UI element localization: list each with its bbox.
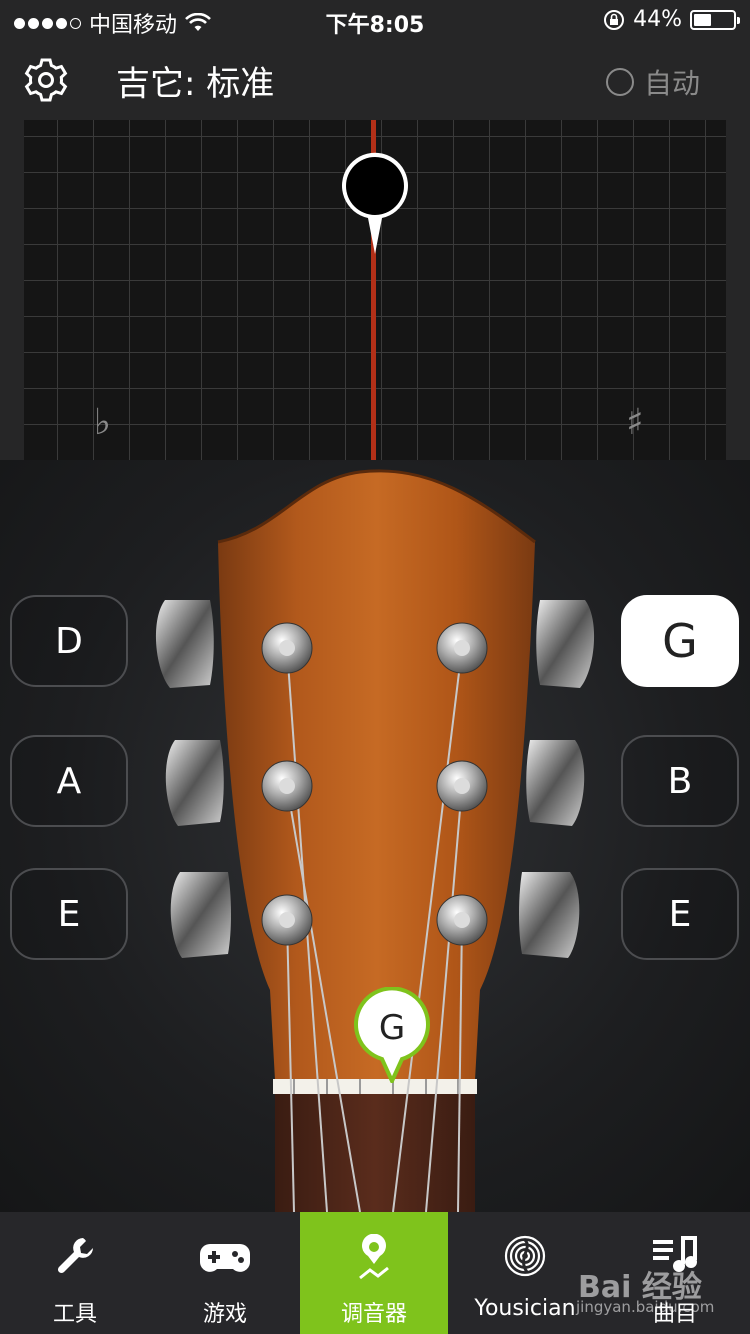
flat-symbol: ♭ — [94, 402, 111, 443]
settings-gear-icon[interactable] — [22, 56, 70, 104]
fingerprint-icon — [504, 1235, 546, 1277]
tab-games[interactable]: 游戏 — [150, 1212, 300, 1334]
sharp-symbol: ♯ — [626, 402, 644, 443]
watermark-url: jingyan.baidu.com — [576, 1298, 715, 1316]
tuner-pin-icon — [359, 1234, 389, 1280]
active-string-marker-label: G — [378, 1008, 406, 1048]
string-button-g[interactable]: G — [621, 595, 739, 687]
tab-tuner[interactable]: 调音器 — [300, 1212, 448, 1334]
string-button-a[interactable]: A — [10, 735, 128, 827]
tab-tools[interactable]: 工具 — [0, 1212, 150, 1334]
tuning-meter: ♭ ♯ — [0, 120, 750, 460]
instrument-title[interactable]: 吉它: 标准 — [116, 56, 274, 105]
battery-percent: 44% — [633, 7, 682, 32]
guitar-headstock-illustration — [155, 469, 595, 1212]
tab-label: 工具 — [52, 1302, 97, 1327]
status-bar: 中国移动 下午8:05 44% — [0, 0, 750, 40]
auto-toggle[interactable]: 自动 — [605, 62, 700, 102]
tab-label: 游戏 — [202, 1302, 247, 1327]
wrench-icon — [57, 1238, 93, 1274]
headstock-stage: G D A E G B E — [0, 460, 750, 1212]
auto-label: 自动 — [643, 67, 700, 100]
radio-circle-icon — [605, 68, 634, 96]
string-button-d[interactable]: D — [10, 595, 128, 687]
pitch-needle-icon — [342, 152, 408, 254]
battery-icon — [690, 9, 740, 30]
string-button-low-e[interactable]: E — [10, 868, 128, 960]
tab-label: 调音器 — [340, 1302, 407, 1327]
top-bar: 吉它: 标准 自动 — [0, 40, 750, 120]
string-button-high-e[interactable]: E — [621, 868, 739, 960]
string-button-b[interactable]: B — [621, 735, 739, 827]
gamepad-icon — [200, 1244, 250, 1272]
orientation-lock-icon — [604, 9, 625, 30]
